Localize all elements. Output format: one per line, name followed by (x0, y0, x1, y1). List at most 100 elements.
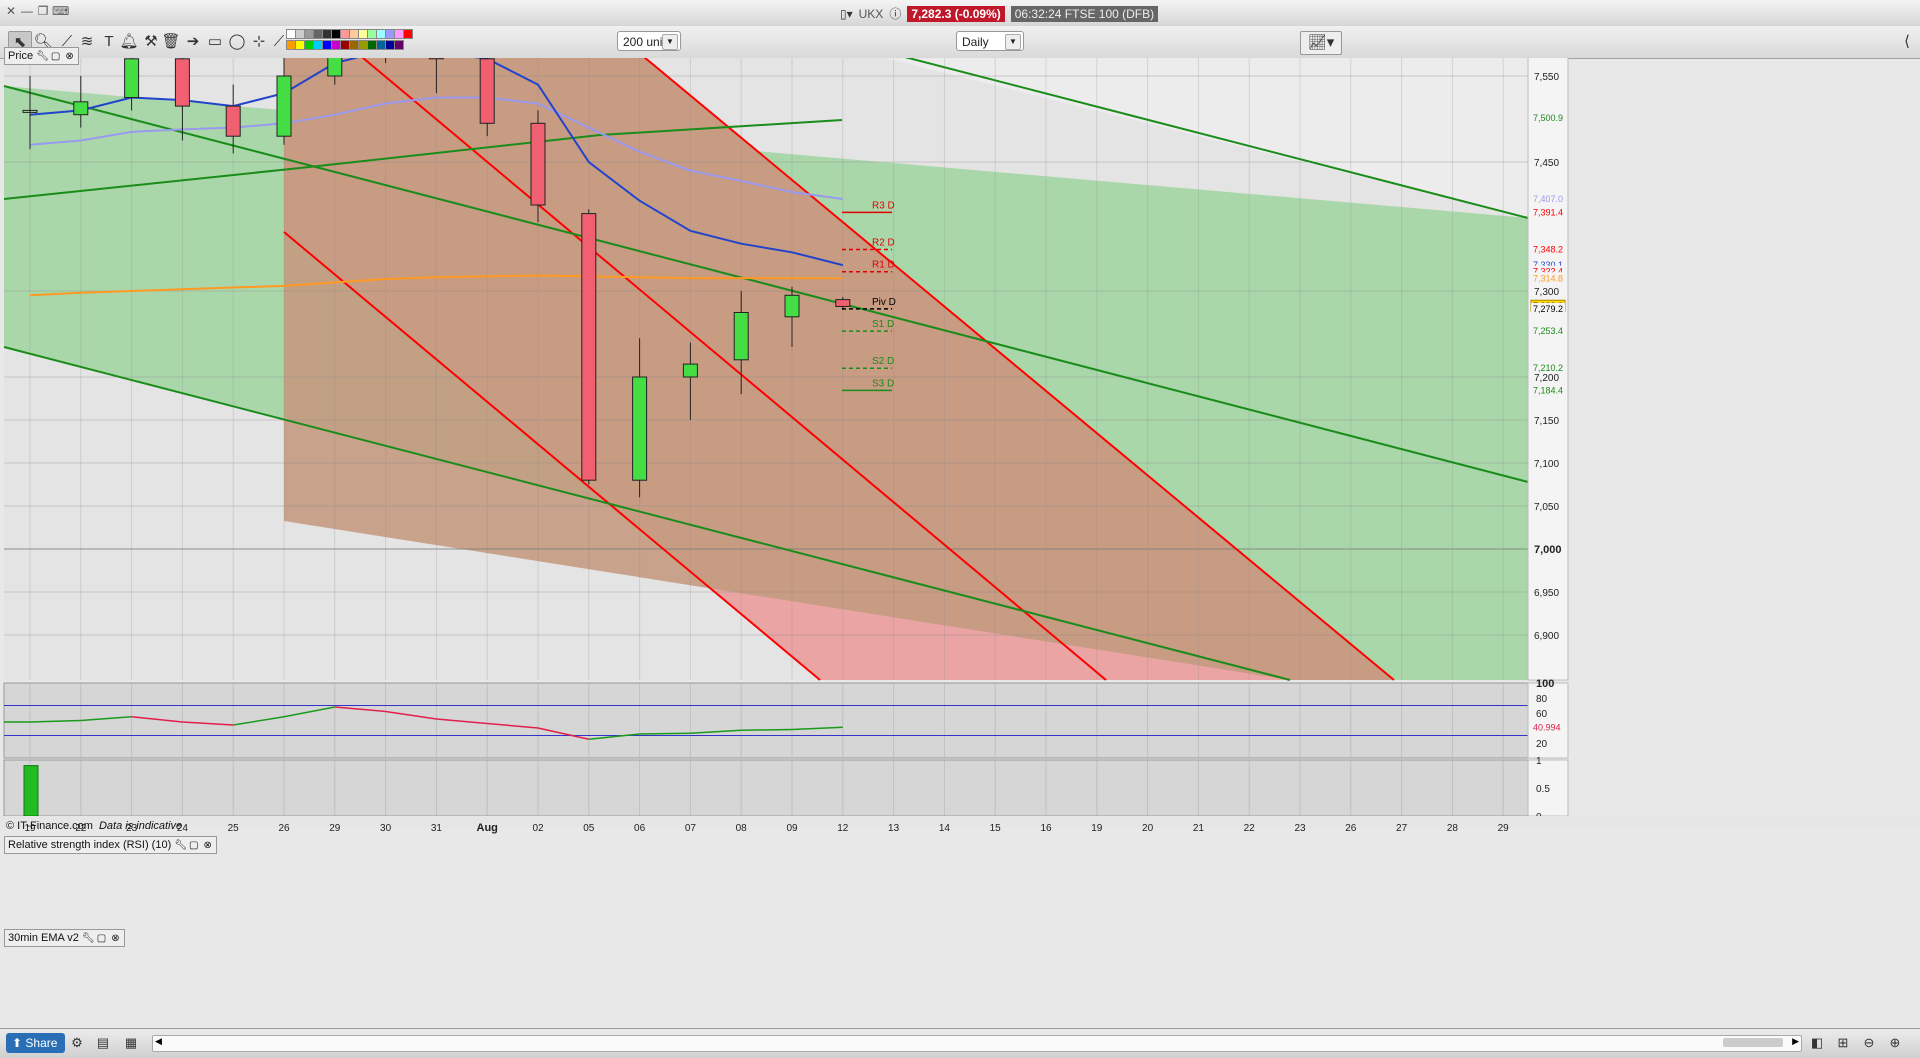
y-tick-label: 7,000 (1534, 544, 1562, 556)
candle-body (73, 101, 89, 116)
x-axis: 19 22 23 24 25 26 29 30 31 Aug 02 05 06 07 08 09 12 13 14 1… (0, 816, 1920, 834)
color-swatch[interactable] (394, 40, 404, 50)
chart-type-icon[interactable]: 📈︎▾ (1300, 31, 1342, 55)
candle-body (479, 58, 495, 124)
expand-panel-icon[interactable]: ⟨ (1896, 31, 1918, 53)
pivot-label: S2 D (872, 356, 894, 367)
x-tick-label: Aug (477, 822, 498, 834)
instrument-menu-icon[interactable]: ▯▾ (840, 7, 853, 21)
chart-area: R3 D R2 D R1 D Piv D S1 D S2 D S3 D 7,550 7,450 7… (0, 58, 1920, 834)
price-tag-label: 7,279.2 (1533, 304, 1563, 314)
rectangle-icon[interactable]: ▭ (204, 31, 226, 53)
rsi-panel-label: Relative strength index (RSI) (10) 🔧︎ ▢ … (4, 836, 218, 854)
share-label: Share (25, 1036, 58, 1050)
crosshair-icon[interactable]: ⊹ (248, 31, 270, 53)
candle-body (530, 122, 546, 206)
price-badge: 7,282.3 (-0.09%) (907, 5, 1005, 22)
scroll-right-icon[interactable]: ▶ (1792, 1036, 1799, 1047)
raff-channel-icon[interactable]: ≋ (76, 31, 98, 53)
candle (581, 209, 597, 485)
pivot-label: Piv D (872, 297, 896, 308)
scroll-left-icon[interactable]: ◀ (155, 1036, 162, 1047)
candle-body (225, 105, 241, 137)
ema-label-text: 30min EMA v2 (8, 932, 79, 944)
candle-body (124, 58, 140, 99)
tools-icon[interactable]: ⚒ (140, 31, 162, 53)
x-tick-label: 27 (1396, 823, 1408, 834)
window-icon[interactable]: ▢ (188, 840, 199, 851)
x-tick-label: 16 (1040, 823, 1052, 834)
price-tag-label: 7,210.2 (1533, 363, 1563, 373)
y-tick-label: 7,100 (1534, 459, 1559, 470)
minimize-window-icon[interactable]: — (20, 4, 34, 18)
price-tag-label: 7,184.4 (1533, 385, 1563, 395)
x-tick-label: 08 (736, 823, 748, 834)
horizontal-scrollbar[interactable]: ◀ ▶ (152, 1035, 1802, 1052)
interval-select[interactable]: Daily ▼ (956, 31, 1024, 51)
share-button[interactable]: ⬆ Share (6, 1033, 66, 1053)
x-tick-label: 25 (228, 823, 240, 834)
y-tick-label: 7,050 (1534, 502, 1559, 513)
ema-tick-label: 1 (1536, 756, 1542, 767)
zoom-fit-icon[interactable]: ⊞ (1834, 1034, 1852, 1052)
timestamp-badge: 06:32:24 FTSE 100 (DFB) (1010, 5, 1159, 22)
window-icon[interactable]: ▢ (50, 51, 61, 62)
title-bar: ✕ — ❐ ⌨ ▯▾ UKX ⓘ 7,282.3 (-0.09%) 06:32:… (0, 0, 1920, 27)
wrench-icon[interactable]: 🔧︎ (174, 840, 187, 851)
text-icon[interactable]: T (98, 31, 120, 53)
bottom-bar: ⬆ Share ⚙ ▤ ▦ ◀ ▶ ◧ ⊞ ⊖ ⊕ (0, 1028, 1920, 1058)
close-window-icon[interactable]: ✕ (4, 4, 18, 18)
pivot-label: R2 D (872, 238, 895, 249)
candle-body (327, 58, 343, 77)
price-tag-label: 7,391.4 (1533, 207, 1563, 217)
info-icon[interactable]: ⓘ (889, 5, 901, 22)
trash-icon[interactable]: 🗑︎ (160, 31, 182, 53)
candle-body (581, 213, 597, 481)
close-icon[interactable]: ⊗ (202, 840, 213, 851)
units-select[interactable]: 200 units ▼ (617, 31, 681, 51)
window-icon[interactable]: ▢ (96, 933, 107, 944)
x-tick-label: 15 (990, 823, 1002, 834)
pivot-label: R3 D (872, 200, 895, 211)
x-tick-label: 02 (532, 823, 544, 834)
wrench-icon[interactable]: 🔧︎ (36, 51, 49, 62)
zoom-out-icon[interactable]: ⊖ (1860, 1034, 1878, 1052)
x-tick-label: 21 (1193, 823, 1205, 834)
price-tag-label: 7,500.9 (1533, 113, 1563, 123)
alert-bell-icon[interactable]: 🔔︎ (118, 31, 140, 53)
chart-settings-icon[interactable]: ◧ (1808, 1034, 1826, 1052)
x-tick-label: 12 (837, 823, 849, 834)
grid-icon[interactable]: ▦ (122, 1034, 140, 1052)
layout-icon[interactable]: ▤ (94, 1034, 112, 1052)
settings-icon[interactable]: ⚙ (68, 1034, 86, 1052)
price-panel: R3 D R2 D R1 D Piv D S1 D S2 D S3 D 7,550 7,450 7… (3, 58, 1569, 681)
y-tick-label: 7,450 (1534, 158, 1559, 169)
x-tick-label: 13 (888, 823, 900, 834)
rsi-label-text: Relative strength index (RSI) (10) (8, 839, 172, 851)
restore-window-icon[interactable]: ❐ (36, 4, 50, 18)
keyboard-icon[interactable]: ⌨ (52, 4, 69, 18)
chevron-down-icon: ▼ (662, 34, 678, 50)
close-icon[interactable]: ⊗ (110, 933, 121, 944)
zoom-in-icon[interactable]: ⊕ (1886, 1034, 1904, 1052)
y-tick-label: 7,150 (1534, 416, 1559, 427)
price-tag-label: 7,314.8 (1533, 273, 1563, 283)
wrench-icon[interactable]: 🔧︎ (82, 933, 95, 944)
ellipse-icon[interactable]: ◯ (226, 31, 248, 53)
x-tick-label: 29 (329, 823, 341, 834)
ema-tick-label: 0.5 (1536, 784, 1550, 795)
color-swatch[interactable] (403, 29, 413, 39)
x-tick-label: 26 (1345, 823, 1357, 834)
y-tick-label: 7,550 (1534, 72, 1559, 83)
x-tick-label: 09 (786, 823, 798, 834)
ema-panel: 10.50 (3, 756, 1569, 823)
pivot-label: R1 D (872, 260, 895, 271)
scroll-thumb[interactable] (1723, 1038, 1783, 1047)
instrument-header: ▯▾ UKX ⓘ 7,282.3 (-0.09%) 06:32:24 FTSE … (840, 5, 1159, 22)
rsi-panel: 1008060402040.994 (3, 678, 1569, 759)
close-icon[interactable]: ⊗ (64, 51, 75, 62)
candle-body (174, 58, 190, 107)
arrow-icon[interactable]: ➔ (182, 31, 204, 53)
x-tick-label: 26 (278, 823, 290, 834)
x-tick-label: 20 (1142, 823, 1154, 834)
